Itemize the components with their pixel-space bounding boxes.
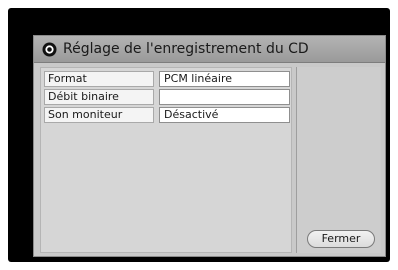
cd-recording-settings-dialog: Réglage de l'enregistrement du CD Format…	[33, 35, 386, 257]
setting-value-format[interactable]: PCM linéaire	[159, 71, 290, 87]
setting-label-monitor-sound: Son moniteur	[44, 107, 154, 123]
setting-label-format: Format	[44, 71, 154, 87]
setting-row-monitor-sound[interactable]: Son moniteur Désactivé	[44, 107, 290, 123]
setting-value-monitor-sound[interactable]: Désactivé	[159, 107, 290, 123]
action-panel: Fermer	[296, 67, 381, 253]
setting-row-format[interactable]: Format PCM linéaire	[44, 71, 290, 87]
dialog-title: Réglage de l'enregistrement du CD	[63, 41, 309, 57]
close-button[interactable]: Fermer	[307, 230, 375, 248]
dialog-titlebar: Réglage de l'enregistrement du CD	[34, 36, 385, 63]
setting-label-bitrate: Débit binaire	[44, 89, 154, 105]
setting-value-bitrate[interactable]	[159, 89, 290, 105]
settings-panel: Format PCM linéaire Débit binaire Son mo…	[40, 67, 292, 253]
record-disc-icon	[42, 42, 57, 57]
tv-screen: Réglage de l'enregistrement du CD Format…	[8, 8, 390, 262]
setting-row-bitrate[interactable]: Débit binaire	[44, 89, 290, 105]
